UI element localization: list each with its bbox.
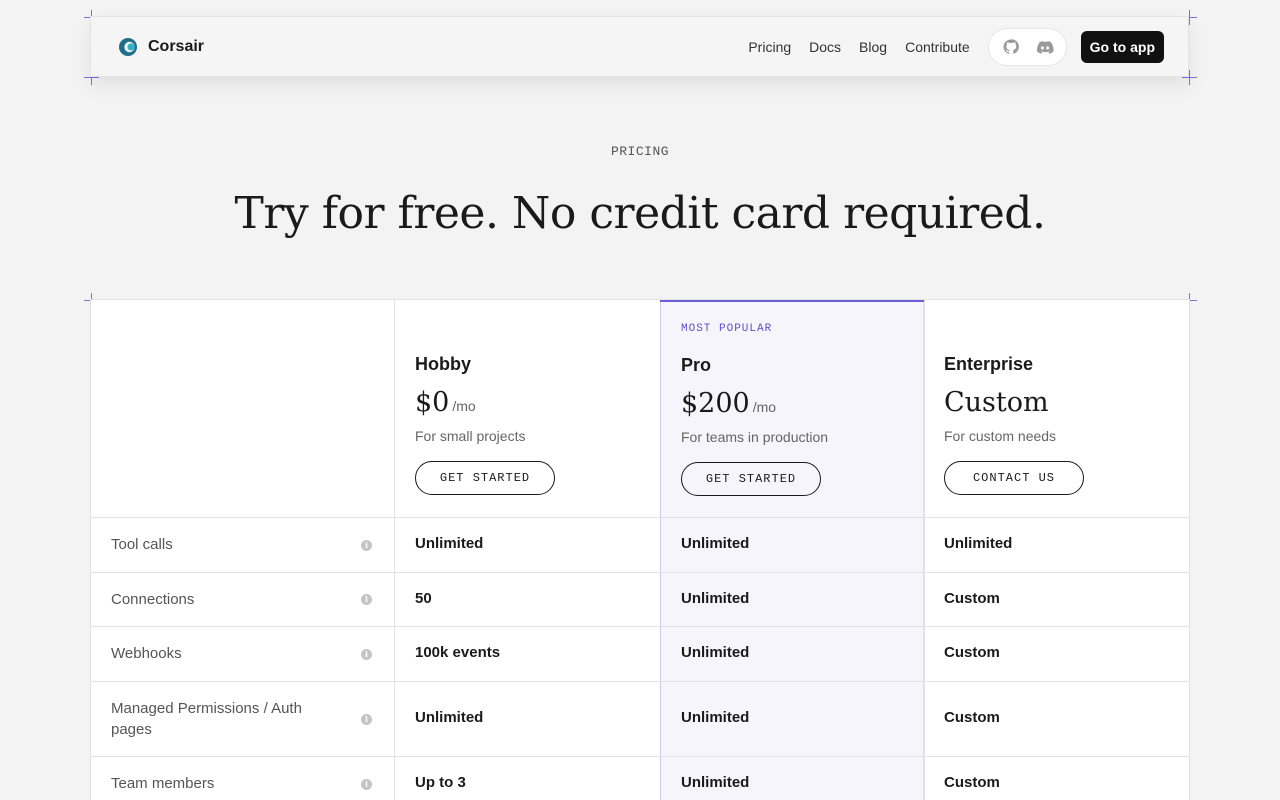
enterprise-value: Custom [944, 644, 1000, 661]
plan-name: Hobby [415, 354, 471, 374]
pro-value: Unlimited [681, 644, 750, 661]
section-eyebrow: PRICING [610, 144, 670, 159]
plan-description: For teams in production [681, 429, 829, 445]
nav-link-docs[interactable]: Docs [809, 39, 841, 55]
plan-price: $0 /mo [415, 387, 555, 418]
pro-value: Unlimited [681, 709, 750, 726]
pricing-table: Hobby $0 /mo For small projects GET STAR… [90, 299, 1190, 800]
brand[interactable]: Corsair [118, 37, 204, 57]
nav-link-contribute[interactable]: Contribute [905, 39, 970, 55]
feature-label: Webhooks [111, 645, 182, 662]
plan-name: Enterprise [944, 354, 1034, 374]
pro-value: Unlimited [681, 590, 750, 607]
feature-label: Connections [111, 591, 195, 608]
discord-icon[interactable] [1035, 37, 1055, 57]
hobby-value: 50 [415, 590, 432, 607]
corsair-logo-icon [119, 37, 137, 56]
enterprise-value: Custom [944, 709, 1000, 726]
plan-price: Custom [944, 387, 1084, 418]
plan-price-amount: $200 [681, 388, 750, 419]
info-icon[interactable]: i [361, 779, 372, 790]
enterprise-value: Custom [944, 590, 1000, 607]
table-row: Connections i 50 Unlimited Custom [91, 572, 1189, 626]
table-row: Team members i Up to 3 Unlimited Custom [91, 756, 1189, 800]
top-nav: Corsair Pricing Docs Blog Contribute Go … [90, 16, 1189, 77]
plan-price-amount: $0 [415, 387, 450, 418]
plan-name: Pro [681, 355, 712, 375]
hobby-value: Up to 3 [415, 774, 466, 791]
pro-get-started-button[interactable]: GET STARTED [681, 462, 821, 496]
pro-value: Unlimited [681, 774, 750, 791]
github-icon[interactable] [1001, 37, 1021, 57]
enterprise-value: Custom [944, 774, 1000, 791]
page-title: Try for free. No credit card required. [234, 188, 1046, 239]
table-row: Managed Permissions / Auth pages i Unlim… [91, 681, 1189, 756]
feature-label: Tool calls [111, 536, 173, 553]
pro-column-accent [660, 300, 924, 302]
hobby-get-started-button[interactable]: GET STARTED [415, 461, 555, 495]
plan-description: For small projects [415, 428, 526, 444]
enterprise-contact-us-button[interactable]: CONTACT US [944, 461, 1084, 495]
pro-value: Unlimited [681, 535, 750, 552]
most-popular-badge: MOST POPULAR [681, 323, 773, 335]
nav-link-pricing[interactable]: Pricing [748, 39, 791, 55]
go-to-app-button[interactable]: Go to app [1080, 30, 1164, 63]
feature-label: Managed Permissions / Auth pages [111, 700, 302, 738]
hobby-value: Unlimited [415, 535, 484, 552]
nav-links: Pricing Docs Blog Contribute [748, 39, 969, 55]
plan-price-unit: /mo [452, 398, 476, 414]
table-row: Tool calls i Unlimited Unlimited Unlimit… [91, 517, 1189, 572]
plan-price-amount: Custom [944, 387, 1049, 418]
plan-hobby: Hobby $0 /mo For small projects GET STAR… [415, 354, 555, 495]
nav-link-blog[interactable]: Blog [859, 39, 887, 55]
brand-name: Corsair [148, 37, 205, 55]
hobby-value: Unlimited [415, 709, 484, 726]
table-row: Webhooks i 100k events Unlimited Custom [91, 626, 1189, 681]
plan-price: $200 /mo [681, 388, 828, 419]
info-icon[interactable]: i [361, 540, 372, 551]
social-links [987, 27, 1067, 66]
enterprise-value: Unlimited [944, 535, 1013, 552]
plan-description: For custom needs [944, 428, 1057, 444]
hobby-value: 100k events [415, 644, 501, 661]
info-icon[interactable]: i [361, 649, 372, 660]
feature-label: Team members [111, 775, 215, 792]
plan-pro: MOST POPULAR Pro $200 /mo For teams in p… [681, 323, 828, 496]
plan-enterprise: Enterprise Custom For custom needs CONTA… [944, 354, 1084, 495]
info-icon[interactable]: i [361, 594, 372, 605]
info-icon[interactable]: i [361, 714, 372, 725]
plan-price-unit: /mo [752, 399, 777, 415]
